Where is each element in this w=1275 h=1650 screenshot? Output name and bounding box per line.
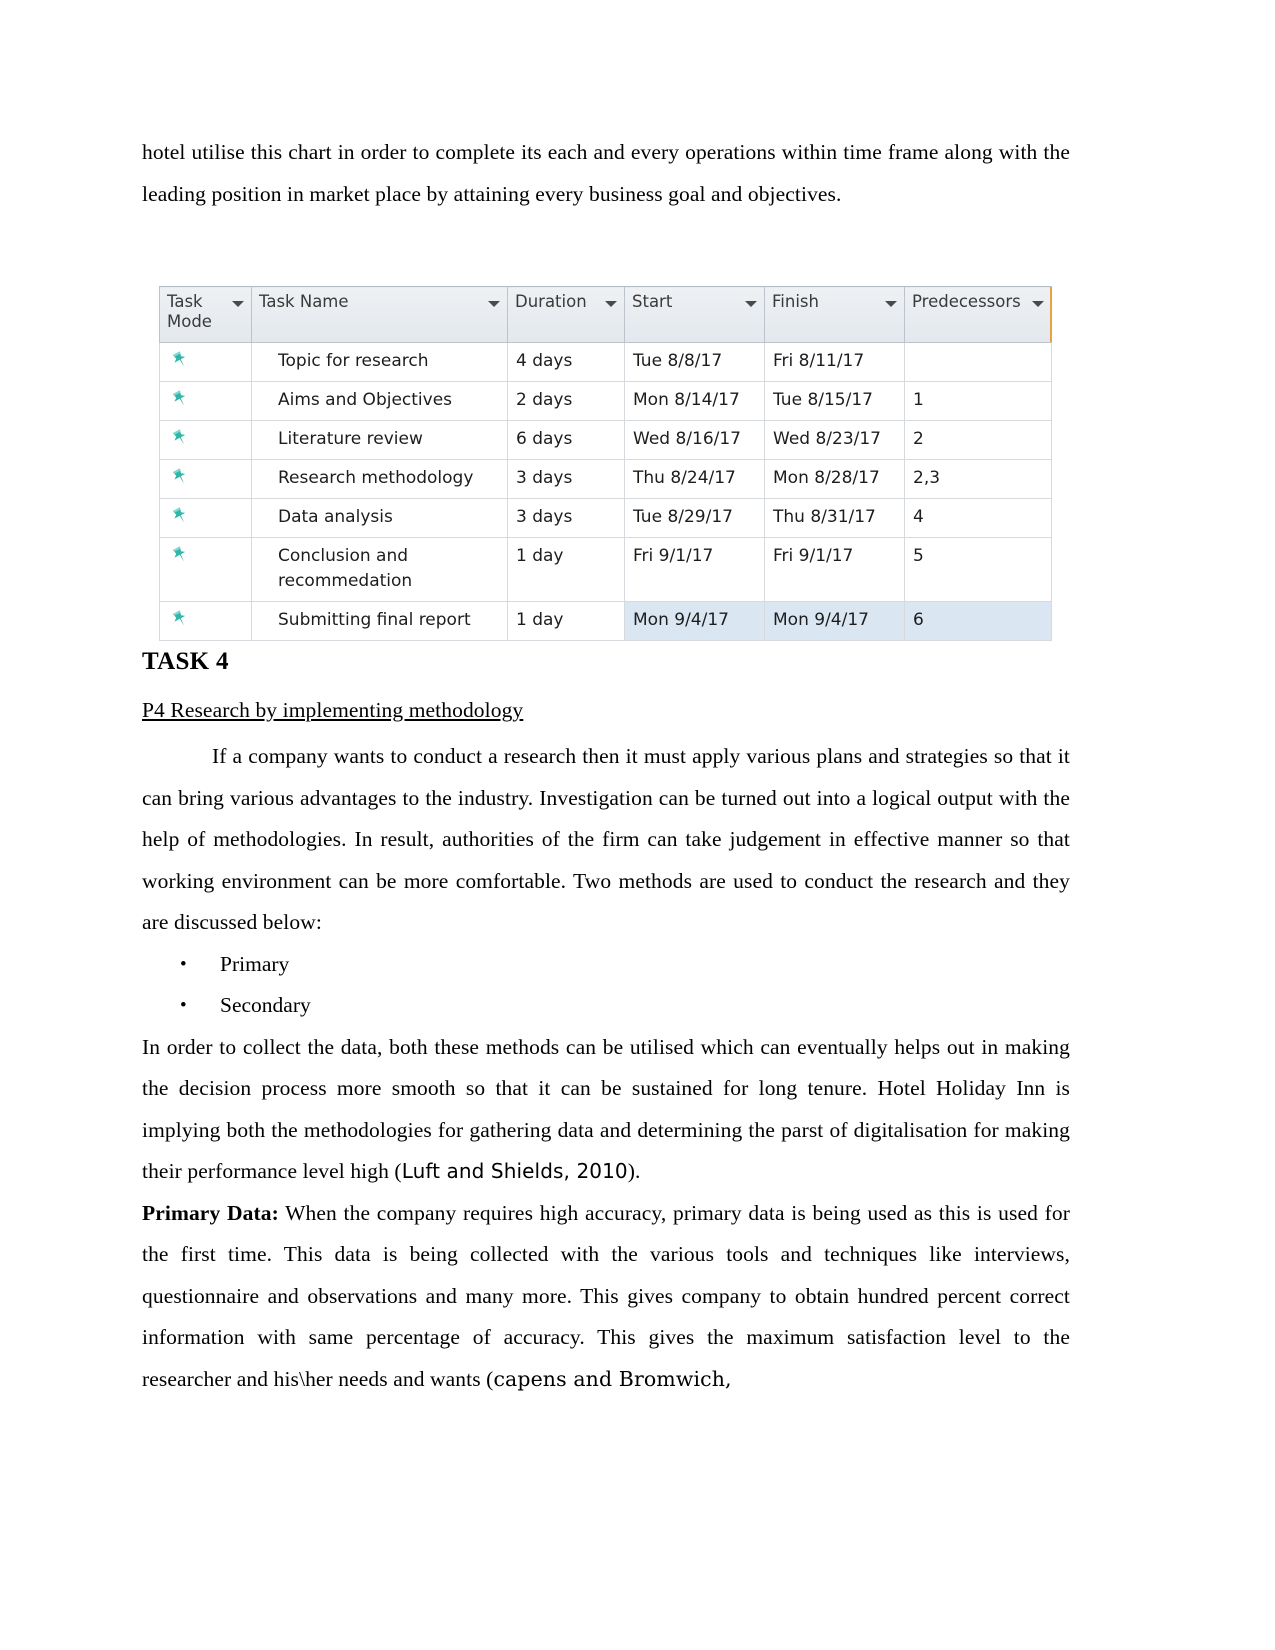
task-mode-cell[interactable] [159,498,252,538]
column-header-finish-label: Finish [772,292,819,311]
predecessors-cell[interactable]: 6 [904,601,1052,641]
task-mode-cell[interactable] [159,342,252,382]
task-name-cell[interactable]: Topic for research [251,342,508,382]
project-task-table: Task Mode Task Name Duration Start Finis… [159,286,1052,641]
filter-arrow-icon[interactable] [745,301,757,307]
finish-date-cell[interactable]: Wed 8/23/17 [764,420,905,460]
start-date-cell[interactable]: Tue 8/8/17 [624,342,765,382]
column-header-duration[interactable]: Duration [507,286,625,343]
pin-icon [169,544,191,564]
predecessors-cell[interactable]: 4 [904,498,1052,538]
table-row[interactable]: Submitting final report 1 day Mon 9/4/17 Mo… [159,601,1052,641]
predecessors-cell[interactable] [904,342,1052,382]
start-date-cell[interactable]: Mon 9/4/17 [624,601,765,641]
primary-data-label: Primary Data: [142,1200,279,1225]
column-header-task-name-label: Task Name [259,292,349,311]
column-header-duration-label: Duration [515,292,587,311]
column-header-task-mode-label: Task Mode [167,292,212,331]
finish-date-cell[interactable]: Thu 8/31/17 [764,498,905,538]
filter-arrow-icon[interactable] [232,301,244,307]
start-date-cell[interactable]: Tue 8/29/17 [624,498,765,538]
filter-arrow-icon[interactable] [488,301,500,307]
column-header-task-name[interactable]: Task Name [251,286,508,343]
start-date-cell[interactable]: Mon 8/14/17 [624,381,765,421]
citation-capens-bromwich: capens and Bromwich, [493,1366,732,1391]
start-date-cell[interactable]: Thu 8/24/17 [624,459,765,499]
citation-luft-shields: Luft and Shields, 2010 [401,1159,628,1183]
task-name-cell[interactable]: Research methodology [251,459,508,499]
table-row[interactable]: Aims and Objectives 2 days Mon 8/14/17 Tue … [159,381,1052,421]
task-name-cell[interactable]: Literature review [251,420,508,460]
duration-cell[interactable]: 6 days [507,420,625,460]
column-header-start-label: Start [632,292,673,311]
duration-cell[interactable]: 1 day [507,601,625,641]
header-accent-edge [1050,287,1052,342]
paragraph-methodology-intro: If a company wants to conduct a research… [142,744,1070,934]
duration-cell[interactable]: 2 days [507,381,625,421]
table-header-row: Task Mode Task Name Duration Start Finis… [159,286,1052,343]
predecessors-cell[interactable]: 2 [904,420,1052,460]
table-row[interactable]: Literature review 6 days Wed 8/16/17 Wed 8/… [159,420,1052,460]
start-date-cell[interactable]: Wed 8/16/17 [624,420,765,460]
duration-cell[interactable]: 3 days [507,498,625,538]
column-header-task-mode[interactable]: Task Mode [159,286,252,343]
finish-date-cell[interactable]: Mon 9/4/17 [764,601,905,641]
task-mode-cell[interactable] [159,537,252,602]
pin-icon [169,466,191,486]
table-row[interactable]: Research methodology 3 days Thu 8/24/17 Mon… [159,459,1052,499]
pin-icon [169,608,191,628]
pin-icon [169,505,191,525]
task-name-cell[interactable]: Submitting final report [251,601,508,641]
task-name-cell[interactable]: Aims and Objectives [251,381,508,421]
finish-date-cell[interactable]: Mon 8/28/17 [764,459,905,499]
predecessors-cell[interactable]: 5 [904,537,1052,602]
column-header-predecessors-label: Predecessors [912,292,1021,311]
section-subheading: P4 Research by implementing methodology [142,698,524,722]
column-header-start[interactable]: Start [624,286,765,343]
column-header-finish[interactable]: Finish [764,286,905,343]
pin-icon [169,349,191,369]
task4-section: TASK 4 P4 Research by implementing metho… [142,648,1070,1400]
intro-paragraph: hotel utilise this chart in order to com… [142,140,1070,206]
list-item-label: Primary [220,951,290,976]
table-body: Topic for research 4 days Tue 8/8/17 Fri 8/… [159,342,1052,641]
pin-icon [169,388,191,408]
predecessors-cell[interactable]: 2,3 [904,459,1052,499]
finish-date-cell[interactable]: Fri 9/1/17 [764,537,905,602]
task-name-cell[interactable]: Conclusion and recommedation [251,537,508,602]
duration-cell[interactable]: 1 day [507,537,625,602]
task-name-cell[interactable]: Data analysis [251,498,508,538]
duration-cell[interactable]: 3 days [507,459,625,499]
task-mode-cell[interactable] [159,381,252,421]
start-date-cell[interactable]: Fri 9/1/17 [624,537,765,602]
paragraph-data-collection-text-b: ). [627,1159,641,1183]
column-header-predecessors[interactable]: Predecessors [904,286,1052,343]
finish-date-cell[interactable]: Tue 8/15/17 [764,381,905,421]
filter-arrow-icon[interactable] [885,301,897,307]
pin-icon [169,427,191,447]
list-item: Primary [142,944,1070,986]
page-title: TASK 4 [142,648,229,675]
paragraph-primary-data-text: When the company requires high accuracy,… [142,1200,1071,1391]
list-item: Secondary [142,985,1070,1027]
task-table: Task Mode Task Name Duration Start Finis… [159,286,1052,641]
table-row[interactable]: Data analysis 3 days Tue 8/29/17 Thu 8/31/1… [159,498,1052,538]
table-row[interactable]: Topic for research 4 days Tue 8/8/17 Fri 8/… [159,342,1052,382]
filter-arrow-icon[interactable] [605,301,617,307]
task-mode-cell[interactable] [159,420,252,460]
document-content: hotel utilise this chart in order to com… [142,132,1070,215]
task-mode-cell[interactable] [159,601,252,641]
document-page: hotel utilise this chart in order to com… [0,0,1275,1650]
task-mode-cell[interactable] [159,459,252,499]
paragraph-primary-data: Primary Data: When the company requires … [142,1193,1070,1401]
methods-list: Primary Secondary [142,944,1070,1027]
list-item-label: Secondary [220,993,311,1017]
paragraph-data-collection: In order to collect the data, both these… [142,1027,1070,1193]
table-row[interactable]: Conclusion and recommedation 1 day Fri 9/1… [159,537,1052,602]
table-header: Task Mode Task Name Duration Start Finis… [159,286,1052,343]
duration-cell[interactable]: 4 days [507,342,625,382]
finish-date-cell[interactable]: Fri 8/11/17 [764,342,905,382]
filter-arrow-icon[interactable] [1032,301,1044,307]
predecessors-cell[interactable]: 1 [904,381,1052,421]
